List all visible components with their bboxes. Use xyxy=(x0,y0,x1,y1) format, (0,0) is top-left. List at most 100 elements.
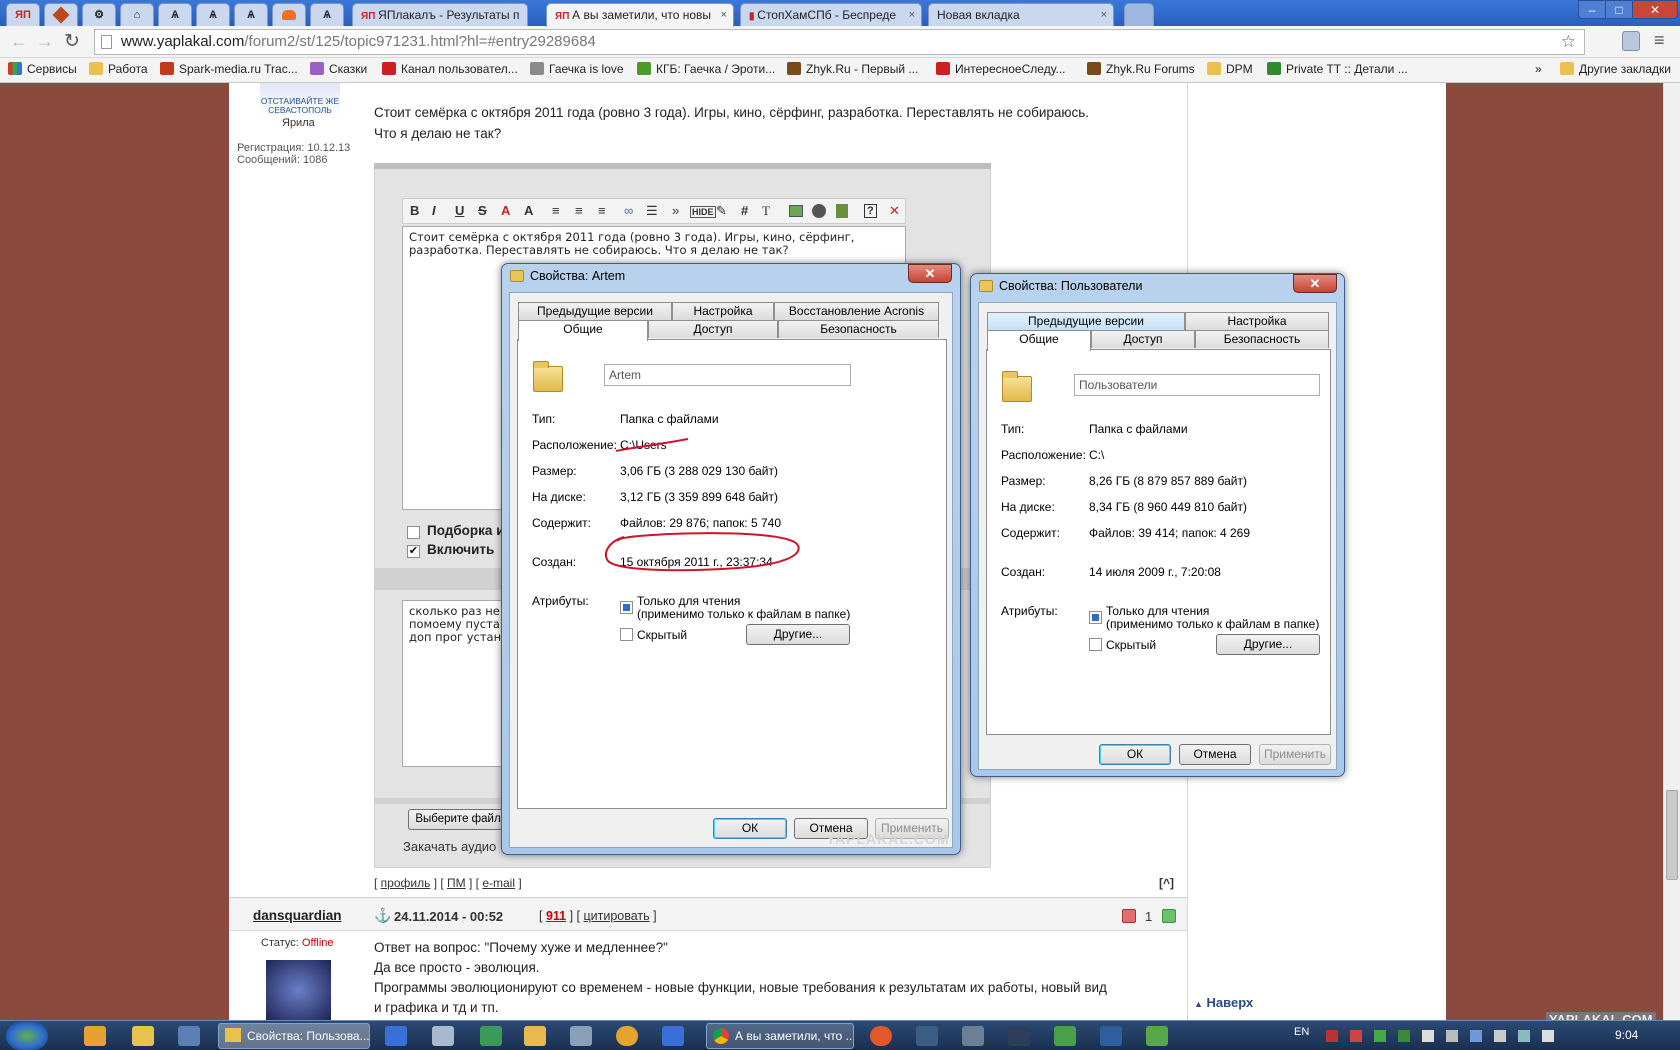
readonly-checkbox[interactable] xyxy=(620,601,633,614)
app-icon[interactable] xyxy=(1100,1026,1122,1046)
media-player-icon[interactable] xyxy=(84,1026,106,1046)
app-icon[interactable] xyxy=(178,1026,200,1046)
tab-pinned-4[interactable]: ⌂ xyxy=(120,3,154,26)
maximize-button[interactable]: □ xyxy=(1605,0,1633,19)
tool-icon[interactable] xyxy=(524,1026,546,1046)
bookmark-folder-work[interactable]: Работа xyxy=(89,62,148,76)
minimize-button[interactable]: – xyxy=(1578,0,1606,19)
email-link[interactable]: e-mail xyxy=(482,876,515,890)
hidden-checkbox[interactable] xyxy=(1089,638,1102,651)
close-dialog-button[interactable]: ✕ xyxy=(1293,274,1337,293)
tray-icon[interactable] xyxy=(1374,1030,1386,1042)
bold-icon[interactable]: B xyxy=(410,203,419,218)
video-icon[interactable] xyxy=(836,204,848,218)
quote-link[interactable]: цитировать xyxy=(584,909,650,923)
tab-pinned-7[interactable]: Ѧ xyxy=(234,3,268,26)
bookmark-zhyk-first[interactable]: Zhyk.Ru - Первый ... xyxy=(787,62,918,76)
anchor-icon[interactable]: ⚓ xyxy=(374,907,391,924)
tab-active-topic[interactable]: ЯП А вы заметили, что новы × xyxy=(546,3,734,27)
bookmark-kgb[interactable]: КГБ: Гаечка / Эроти... xyxy=(637,62,775,76)
font-color-icon[interactable]: A xyxy=(501,203,510,218)
image-icon[interactable] xyxy=(789,205,803,217)
app-icon[interactable] xyxy=(962,1026,984,1046)
close-tab-icon[interactable]: × xyxy=(721,4,727,26)
scrollbar-thumb[interactable] xyxy=(1666,790,1678,880)
hidden-checkbox[interactable] xyxy=(620,628,633,641)
network-icon[interactable] xyxy=(480,1026,502,1046)
volume-icon[interactable] xyxy=(1542,1030,1554,1042)
folder-name-input[interactable]: Artem xyxy=(604,364,851,386)
other-attributes-button[interactable]: Другие... xyxy=(1216,634,1320,655)
hash-icon[interactable]: # xyxy=(741,203,748,218)
extension-icon[interactable] xyxy=(1622,31,1640,51)
ok-button[interactable]: ОК xyxy=(713,818,787,839)
steam-icon[interactable] xyxy=(916,1026,938,1046)
list-icon[interactable]: ☰ xyxy=(646,203,658,219)
bookmark-fairytales[interactable]: Сказки xyxy=(310,62,367,76)
tray-icon[interactable] xyxy=(1446,1030,1458,1042)
ok-button[interactable]: ОК xyxy=(1099,744,1171,765)
letter-a-icon[interactable] xyxy=(662,1026,684,1046)
flash-icon[interactable] xyxy=(812,204,826,218)
link-icon[interactable]: ∞ xyxy=(624,203,633,218)
italic-icon[interactable]: I xyxy=(432,203,436,218)
reload-icon[interactable]: ↻ xyxy=(64,30,80,53)
tab-yaplakal-pinned[interactable]: ЯП xyxy=(6,3,40,26)
help-icon[interactable]: ? xyxy=(864,204,877,218)
apply-button[interactable]: Применить xyxy=(1259,744,1331,765)
align-center-icon[interactable]: ≡ xyxy=(575,203,583,218)
tab-pinned-6[interactable]: Ѧ xyxy=(196,3,230,26)
app-icon[interactable] xyxy=(1054,1026,1076,1046)
bookmark-private-tt[interactable]: Private TT :: Детали ... xyxy=(1267,62,1408,76)
tab-security[interactable]: Безопасность xyxy=(1195,330,1329,348)
bookmark-zhyk-forums[interactable]: Zhyk.Ru Forums xyxy=(1087,62,1195,76)
close-dialog-button[interactable]: ✕ xyxy=(908,264,952,283)
tab-pinned-8[interactable] xyxy=(272,3,306,26)
tab-acronis-recovery[interactable]: Восстановление Acronis xyxy=(774,302,939,320)
tab-previous-versions[interactable]: Предыдущие версии xyxy=(987,312,1185,330)
close-window-button[interactable]: ✕ xyxy=(1632,0,1678,19)
taskbar-item-chrome[interactable]: А вы заметили, что ... xyxy=(706,1023,854,1049)
bookmark-other-folder[interactable]: Другие закладки xyxy=(1560,62,1671,76)
tray-icon[interactable] xyxy=(1350,1030,1362,1042)
torrent-icon[interactable] xyxy=(1146,1026,1168,1046)
pencil-icon[interactable]: ✎ xyxy=(716,203,727,219)
vertical-scrollbar[interactable] xyxy=(1663,83,1680,1020)
tab-customize[interactable]: Настройка xyxy=(1185,312,1329,330)
hide-icon[interactable]: HIDE xyxy=(690,206,716,218)
tab-customize[interactable]: Настройка xyxy=(672,302,774,320)
enable-checkbox[interactable]: ✔ xyxy=(407,545,420,558)
tab-general[interactable]: Общие xyxy=(518,320,648,341)
post-number-link[interactable]: 911 xyxy=(546,909,566,923)
tab-general[interactable]: Общие xyxy=(987,330,1091,351)
scroll-to-top-icon[interactable]: [^] xyxy=(1159,876,1174,890)
close-tab-icon[interactable]: × xyxy=(1101,4,1107,26)
choose-file-button[interactable]: Выберите файл xyxy=(408,809,508,830)
letter-a-icon[interactable] xyxy=(385,1026,407,1046)
tab-sharing[interactable]: Доступ xyxy=(648,320,778,338)
start-button[interactable] xyxy=(6,1022,48,1050)
bookmark-spark[interactable]: Spark-media.ru Trac... xyxy=(160,62,298,76)
close-editor-icon[interactable]: ✕ xyxy=(889,203,900,219)
app-icon[interactable] xyxy=(616,1026,638,1046)
tab-previous-versions[interactable]: Предыдущие версии xyxy=(518,302,672,320)
address-bar[interactable]: www.yaplakal.com/forum2/st/125/topic9712… xyxy=(94,29,1585,55)
tab-pinned-2[interactable] xyxy=(44,3,78,26)
align-left-icon[interactable]: ≡ xyxy=(552,203,560,218)
underline-icon[interactable]: U xyxy=(455,203,464,218)
tray-icon[interactable] xyxy=(1326,1030,1338,1042)
forward-arrow-icon[interactable]: → xyxy=(36,31,54,52)
tray-icon[interactable] xyxy=(1470,1030,1482,1042)
bookmarks-overflow-chevron[interactable]: » xyxy=(1535,62,1542,76)
tab-new[interactable]: Новая вкладка × xyxy=(928,3,1114,26)
other-attributes-button[interactable]: Другие... xyxy=(746,624,850,645)
tab-pinned-9[interactable]: Ѧ xyxy=(310,3,344,26)
back-arrow-icon[interactable]: ← xyxy=(10,31,28,52)
readonly-checkbox[interactable] xyxy=(1089,611,1102,624)
strikethrough-icon[interactable]: S xyxy=(478,203,487,218)
explorer-icon[interactable] xyxy=(132,1026,154,1046)
cancel-button[interactable]: Отмена xyxy=(1179,744,1251,765)
thumbs-down-icon[interactable] xyxy=(1122,909,1136,923)
bookmark-services[interactable]: Сервисы xyxy=(8,62,77,76)
bookmark-interesting[interactable]: ИнтересноеСледу... xyxy=(936,62,1066,76)
